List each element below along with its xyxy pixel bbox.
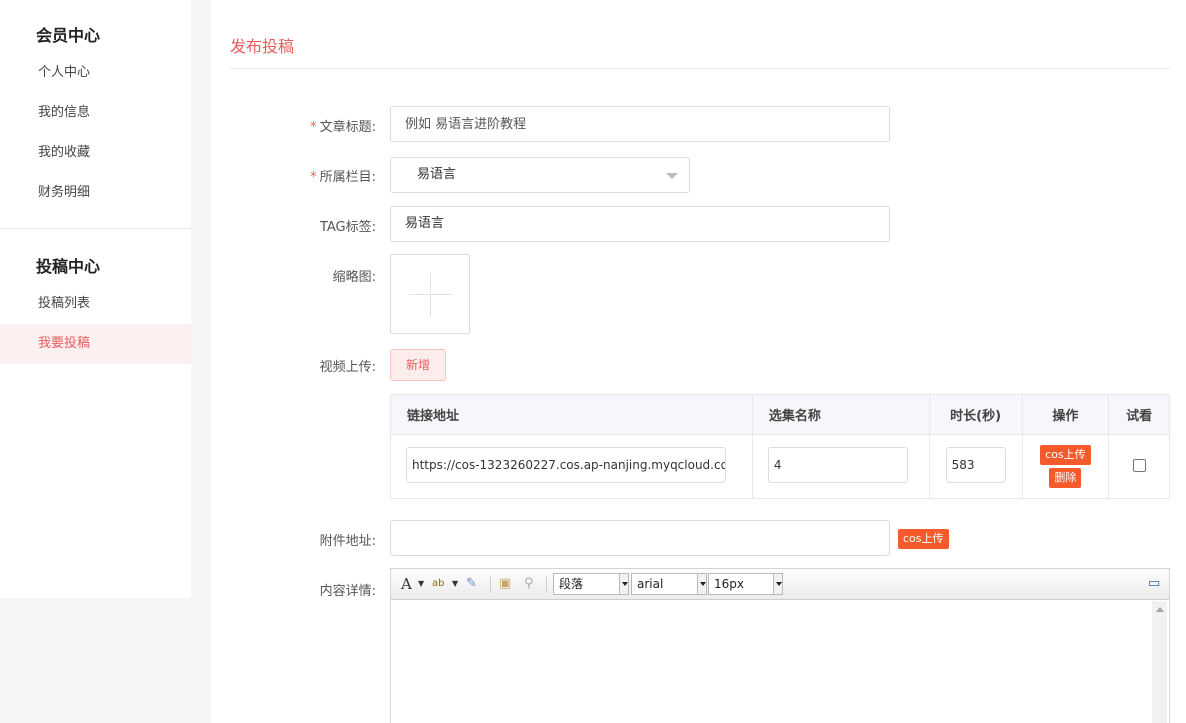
sidebar-divider [0, 228, 191, 229]
eraser-icon[interactable]: ✎ [466, 575, 477, 593]
sidebar-item-submit[interactable]: 我要投稿 [0, 324, 191, 364]
video-upload-label: 视频上传: [319, 360, 376, 375]
chevron-down-icon [619, 574, 628, 594]
sidebar-item-finance-details[interactable]: 财务明细 [0, 173, 191, 213]
sidebar-item-submission-list[interactable]: 投稿列表 [0, 284, 191, 324]
video-table: 链接地址 选集名称 时长(秒) 操作 试看 https://cos-132326… [390, 394, 1170, 499]
plus-icon [409, 294, 453, 295]
column-header-episode: 选集名称 [751, 394, 930, 435]
chevron-down-icon [666, 173, 678, 179]
column-select-value: 易语言 [417, 167, 457, 182]
column-label: * 所属栏目: [310, 170, 376, 185]
required-mark: * [310, 120, 317, 135]
sidebar-group-title-member: 会员中心 [36, 26, 101, 45]
tag-input[interactable]: 易语言 [390, 206, 890, 242]
editor-scrollbar[interactable] [1152, 601, 1167, 723]
link-icon[interactable]: ⚲ [524, 575, 534, 593]
rich-text-editor[interactable]: A ▼ ab ▼ ✎ ▣ ⚲ 段落 arial 16px ▭ [390, 568, 1170, 723]
sidebar-item-my-favorites[interactable]: 我的收藏 [0, 133, 191, 173]
column-header-duration: 时长(秒) [928, 394, 1023, 435]
page-title: 发布投稿 [230, 37, 295, 56]
thumbnail-label: 缩略图: [332, 270, 376, 285]
delete-row-button[interactable]: 删除 [1049, 468, 1082, 488]
column-header-preview: 试看 [1108, 394, 1170, 435]
sidebar: 会员中心 个人中心 我的信息 我的收藏 财务明细 投稿中心 投稿列表 我要投稿 [0, 0, 191, 598]
duration-input[interactable]: 583 [945, 447, 1006, 483]
highlight-icon[interactable]: ab [432, 575, 444, 593]
attachment-cos-upload-button[interactable]: cos上传 [898, 529, 949, 549]
scroll-up-icon[interactable] [1156, 607, 1164, 612]
plus-icon-vertical [430, 273, 431, 317]
sidebar-group-title-submission: 投稿中心 [36, 257, 101, 276]
video-url-input[interactable]: https://cos-1323260227.cos.ap-nanjing.my… [406, 447, 726, 483]
column-select[interactable]: 易语言 [390, 157, 690, 193]
editor-toolbar: A ▼ ab ▼ ✎ ▣ ⚲ 段落 arial 16px ▭ [391, 569, 1169, 600]
chevron-down-icon [697, 574, 706, 594]
title-divider [230, 68, 1170, 69]
fullscreen-icon[interactable]: ▭ [1148, 575, 1160, 593]
main-panel: 发布投稿 *文章标题: *所属栏目: 易语言 TAG标签: 易语言 缩略图: 视… [211, 0, 1186, 723]
font-size-select[interactable]: 16px [708, 573, 783, 595]
font-color-icon[interactable]: A [401, 575, 412, 593]
table-row: https://cos-1323260227.cos.ap-nanjing.my… [390, 434, 1170, 499]
sidebar-item-personal-center[interactable]: 个人中心 [0, 53, 191, 93]
paragraph-select[interactable]: 段落 [553, 573, 629, 595]
cos-upload-button[interactable]: cos上传 [1040, 445, 1091, 465]
article-title-input[interactable] [390, 106, 890, 142]
font-color-dropdown-icon[interactable]: ▼ [418, 575, 424, 593]
sidebar-item-my-info[interactable]: 我的信息 [0, 93, 191, 133]
episode-name-input[interactable]: 4 [767, 447, 908, 483]
column-header-url: 链接地址 [390, 394, 753, 435]
tag-label: TAG标签: [319, 220, 376, 235]
chevron-down-icon [773, 574, 782, 594]
image-icon[interactable]: ▣ [499, 575, 511, 593]
font-family-select[interactable]: arial [631, 573, 707, 595]
title-label: * 文章标题: [310, 120, 376, 135]
content-label: 内容详情: [319, 584, 376, 599]
attachment-input[interactable] [390, 520, 890, 556]
attachment-label: 附件地址: [319, 534, 376, 549]
add-video-button[interactable]: 新增 [390, 349, 446, 381]
required-mark: * [310, 170, 317, 185]
highlight-dropdown-icon[interactable]: ▼ [452, 575, 458, 593]
column-header-actions: 操作 [1021, 394, 1110, 435]
thumbnail-upload[interactable] [390, 254, 470, 334]
preview-checkbox[interactable] [1132, 458, 1146, 472]
